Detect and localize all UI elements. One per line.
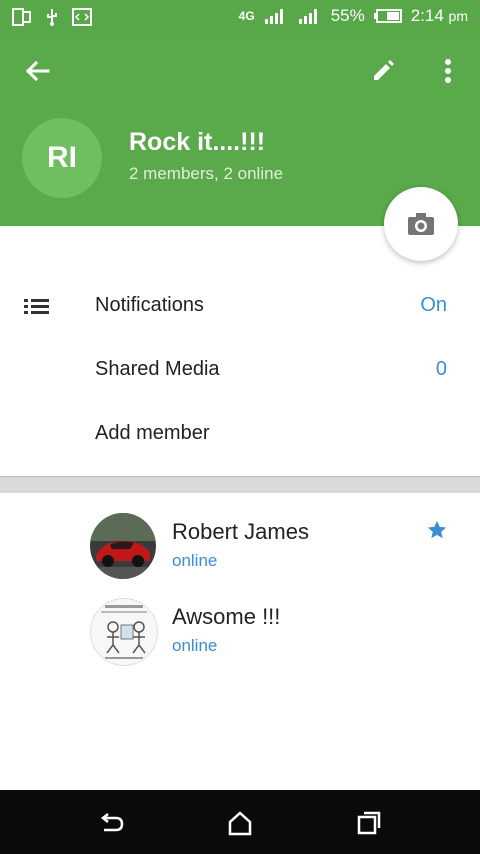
shared-media-label: Shared Media <box>95 358 220 380</box>
list-icon <box>24 299 49 314</box>
more-vert-icon[interactable] <box>436 56 460 86</box>
member-avatar[interactable] <box>90 598 158 666</box>
network-type: 4G <box>238 9 255 23</box>
battery-percent: 55% <box>330 6 365 25</box>
status-bar: 4G 55% 2:14 pm <box>0 0 480 34</box>
member-avatar[interactable] <box>90 513 156 579</box>
clock: 2:14 pm <box>411 6 468 26</box>
member-name: Awsome !!! <box>172 604 281 629</box>
shared-media-row[interactable]: Shared Media 0 <box>0 340 480 400</box>
clock-ampm: pm <box>448 8 468 24</box>
star-icon <box>427 520 447 539</box>
arrow-left-icon[interactable] <box>22 56 52 86</box>
member-status: online <box>172 551 218 570</box>
usb-icon <box>47 9 57 26</box>
status-left-icons <box>12 8 92 26</box>
cartoon-photo-icon <box>91 599 157 665</box>
navigation-bar <box>0 790 480 854</box>
home-nav-icon[interactable] <box>225 808 255 838</box>
add-member-row[interactable]: Add member <box>0 404 480 464</box>
member-status: online <box>172 636 218 655</box>
notifications-value: On <box>420 294 447 316</box>
group-title: Rock it....!!! <box>129 128 266 156</box>
shared-media-count: 0 <box>435 358 447 380</box>
change-photo-button[interactable] <box>384 187 458 261</box>
developer-mode-icon <box>72 8 92 26</box>
recents-nav-icon[interactable] <box>354 808 384 838</box>
battery-icon <box>373 9 402 23</box>
clock-time: 2:14 <box>410 6 444 25</box>
back-nav-icon[interactable] <box>96 808 126 838</box>
pencil-icon[interactable] <box>370 56 398 84</box>
signal-icon <box>264 9 283 24</box>
camera-icon <box>408 213 434 235</box>
signal-icon-2 <box>298 9 317 24</box>
member-name: Robert James <box>172 519 309 544</box>
add-member-label: Add member <box>95 422 210 444</box>
notifications-row[interactable]: Notifications On <box>0 276 480 336</box>
dual-sim-icon <box>12 8 31 26</box>
car-photo-icon <box>90 513 156 579</box>
group-subtitle: 2 members, 2 online <box>129 164 284 183</box>
notifications-label: Notifications <box>95 294 204 316</box>
section-divider <box>0 476 480 493</box>
member-row[interactable]: Awsome !!! online <box>0 598 480 678</box>
group-avatar[interactable]: RI <box>22 118 102 198</box>
status-right: 4G 55% 2:14 pm <box>239 6 468 26</box>
member-row[interactable]: Robert James online <box>0 513 480 593</box>
